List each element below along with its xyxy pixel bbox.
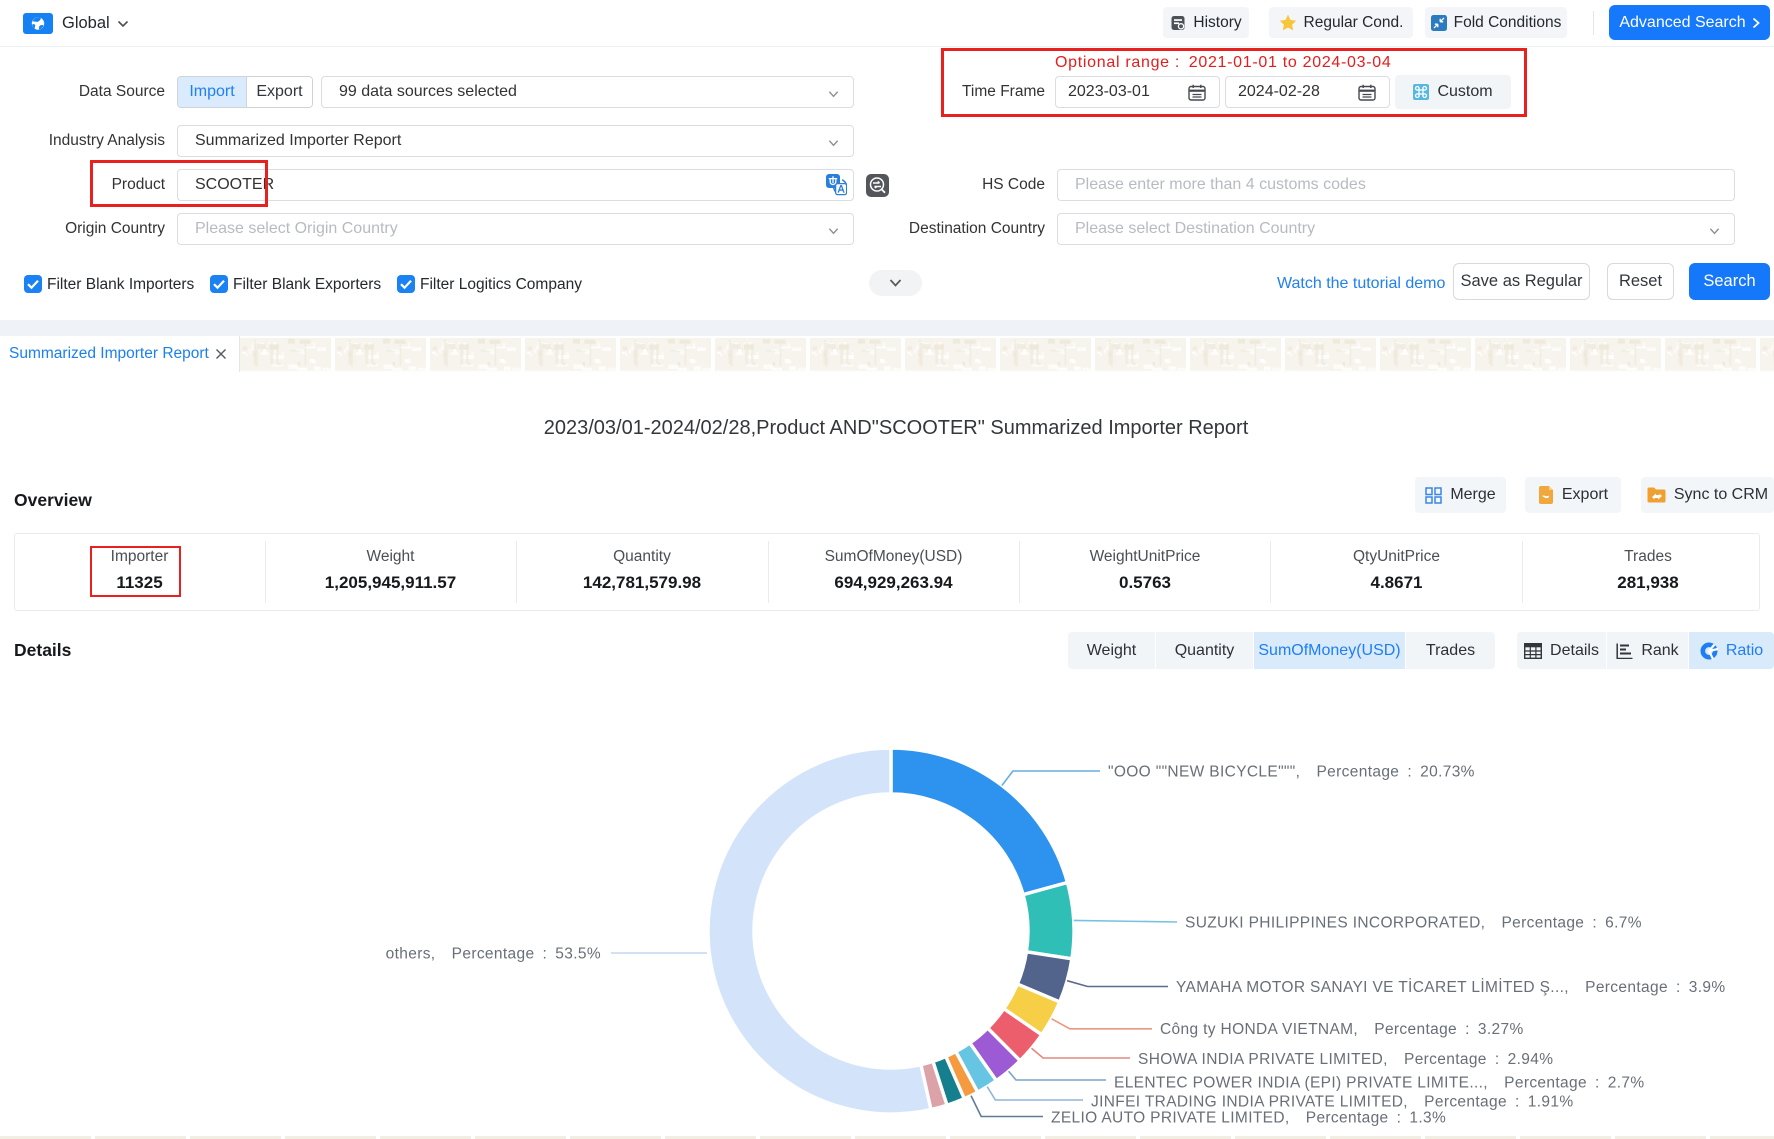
svg-text:SHOWA INDIA PRIVATE LIMITED,: SHOWA INDIA PRIVATE LIMITED, Percentage … xyxy=(1138,1051,1553,1068)
svg-text:YAMAHA MOTOR SANAYI VE TİCARET: YAMAHA MOTOR SANAYI VE TİCARET LİMİTED Ş… xyxy=(1176,978,1726,996)
svg-text:"OOO ""NEW BICYCLE""", Percen: "OOO ""NEW BICYCLE""", Percentage : 20.7… xyxy=(1108,763,1475,780)
svg-text:JINFEI TRADING INDIA PRIVATE L: JINFEI TRADING INDIA PRIVATE LIMITED, Pe… xyxy=(1091,1093,1574,1110)
svg-text:others, Percentage : 53.5%: others, Percentage : 53.5% xyxy=(386,945,601,962)
svg-text:SUZUKI PHILIPPINES INCORPORATE: SUZUKI PHILIPPINES INCORPORATED, Percent… xyxy=(1185,914,1642,931)
svg-text:ELENTEC POWER INDIA (EPI) PRIV: ELENTEC POWER INDIA (EPI) PRIVATE LIMITE… xyxy=(1114,1074,1645,1091)
svg-text:Công ty HONDA VIETNAM, Percen: Công ty HONDA VIETNAM, Percentage : 3.27… xyxy=(1160,1021,1524,1038)
svg-text:ZELIO AUTO PRIVATE LIMITED, P: ZELIO AUTO PRIVATE LIMITED, Percentage :… xyxy=(1051,1110,1446,1127)
